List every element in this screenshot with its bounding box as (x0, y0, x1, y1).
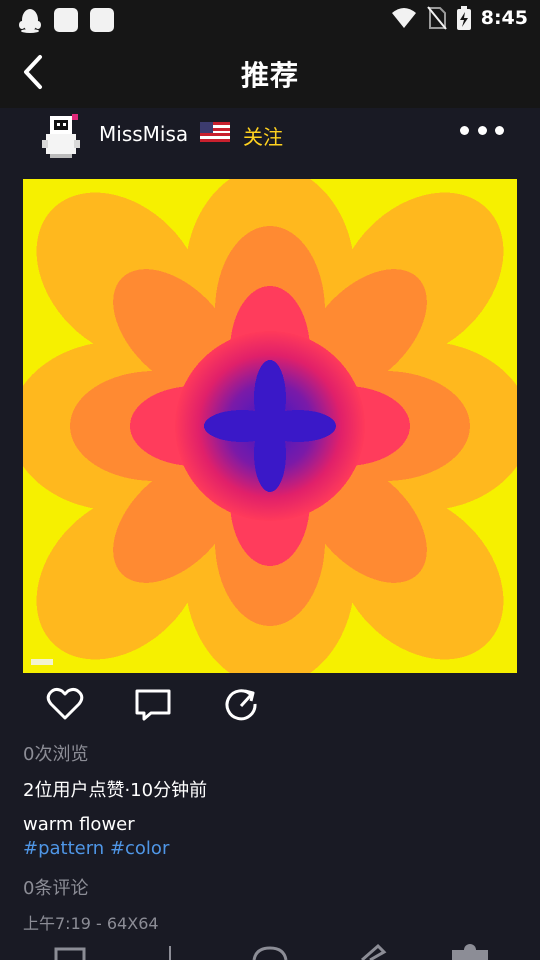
page-title: 推荐 (240, 59, 299, 92)
post-meta: 上午7:19 - 64X64 (23, 914, 159, 933)
post-author-row: MissMisa 关注 (0, 108, 540, 162)
battery-charging-icon (456, 6, 471, 30)
heart-icon (46, 687, 84, 720)
post-title: warm flower (23, 814, 135, 835)
pixel-avatar-image (42, 114, 80, 158)
post-tags[interactable]: #pattern #color (23, 838, 169, 859)
dot-icon (460, 125, 469, 135)
clock-time: 8:45 (480, 7, 528, 29)
share-button[interactable] (221, 684, 261, 724)
comment-button[interactable] (133, 684, 173, 724)
us-flag-icon (200, 122, 230, 142)
flower-pattern-image (23, 179, 517, 673)
follow-button[interactable]: 关注 (243, 121, 283, 150)
like-button[interactable] (45, 684, 85, 724)
share-arrow-icon (225, 689, 257, 721)
username[interactable]: MissMisa (99, 122, 188, 146)
wifi-icon (391, 8, 416, 28)
dot-icon (495, 125, 504, 135)
like-summary[interactable]: 2位用户点赞·10分钟前 (23, 776, 207, 802)
dot-icon (477, 125, 487, 135)
no-sim-icon (426, 6, 447, 30)
post-actions (0, 680, 540, 726)
avatar[interactable] (36, 110, 86, 160)
view-count: 0次浏览 (23, 744, 89, 765)
notification-app-icon (54, 8, 78, 32)
pixel-artwork-image[interactable] (23, 179, 517, 673)
notification-app-icon-2 (90, 8, 114, 32)
bottom-toolbar-icons (54, 943, 488, 960)
status-bar: 8:45 (0, 0, 540, 38)
qq-penguin-icon (19, 9, 41, 33)
bottom-toolbar (0, 940, 540, 960)
top-bar: 推荐 (0, 38, 540, 108)
more-options-button[interactable] (460, 123, 504, 137)
comment-count[interactable]: 0条评论 (23, 874, 88, 900)
comment-bubble-icon (135, 689, 171, 721)
